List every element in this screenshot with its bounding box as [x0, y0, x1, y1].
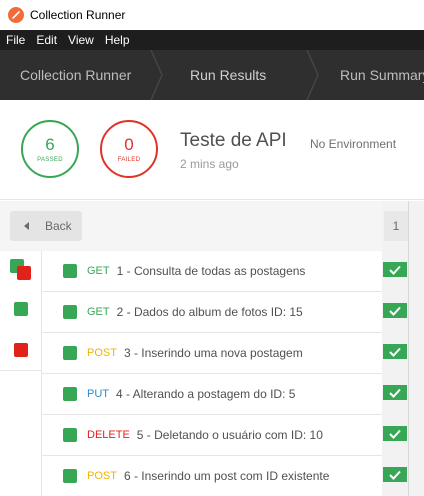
check-icon[interactable]	[383, 426, 407, 441]
iteration-1-header[interactable]: 1	[384, 211, 408, 241]
failed-counter: 0 FAILED	[100, 120, 158, 178]
filter-failed-icon[interactable]	[14, 343, 28, 357]
filter-passed-icon[interactable]	[14, 302, 28, 316]
request-method: PUT	[87, 388, 109, 400]
request-row[interactable]: GET 2 - Dados do album de fotos ID: 15	[42, 292, 382, 333]
aggregate-fail-icon	[17, 266, 31, 280]
runner-breadcrumb-tabs: Collection Runner Run Results Run Summar…	[0, 50, 424, 100]
request-status-icon	[63, 264, 77, 278]
menu-view[interactable]: View	[62, 33, 99, 47]
request-name: 4 - Alterando a postagem do ID: 5	[116, 387, 296, 401]
menu-file[interactable]: File	[0, 33, 30, 47]
tab-run-summary[interactable]: Run Summary	[340, 50, 424, 100]
back-button[interactable]: Back	[10, 211, 82, 241]
request-name: 5 - Deletando o usuário com ID: 10	[136, 428, 323, 442]
request-status-icon	[63, 346, 77, 360]
breadcrumb-separator-icon	[150, 50, 163, 100]
failed-count: 0	[124, 134, 134, 154]
request-name: 6 - Inserindo um post com ID existente	[123, 469, 330, 483]
environment-label: No Environment	[310, 137, 397, 151]
results-toolbar: Back	[0, 201, 382, 251]
tab-run-results[interactable]: Run Results	[190, 50, 266, 100]
menu-bar: File Edit View Help	[0, 30, 424, 50]
gutter-divider	[0, 370, 42, 371]
run-name: Teste de API	[180, 130, 287, 151]
failed-label: FAILED	[117, 156, 141, 163]
window-title: Collection Runner	[30, 8, 126, 22]
check-icon[interactable]	[383, 385, 407, 400]
postman-logo-icon	[8, 7, 24, 23]
request-name: 2 - Dados do album de fotos ID: 15	[116, 305, 303, 319]
request-row[interactable]: POST 3 - Inserindo uma nova postagem	[42, 333, 382, 374]
check-icon[interactable]	[383, 467, 407, 482]
back-button-label: Back	[45, 219, 72, 233]
request-method: GET	[87, 265, 110, 277]
request-method: GET	[87, 306, 110, 318]
request-row[interactable]: GET 1 - Consulta de todas as postagens	[42, 251, 382, 292]
request-name: 3 - Inserindo uma nova postagem	[123, 346, 303, 360]
status-gutter	[0, 251, 42, 496]
request-method: POST	[87, 470, 117, 482]
request-method: POST	[87, 347, 117, 359]
back-arrow-icon	[24, 222, 29, 230]
request-status-icon	[63, 428, 77, 442]
tab-collection-runner[interactable]: Collection Runner	[20, 50, 131, 100]
request-status-icon	[63, 387, 77, 401]
passed-label: PASSED	[37, 156, 63, 163]
breadcrumb-separator-icon	[306, 50, 319, 100]
iteration-column-divider	[408, 201, 409, 496]
request-row[interactable]: DELETE 5 - Deletando o usuário com ID: 1…	[42, 415, 382, 456]
menu-edit[interactable]: Edit	[30, 33, 62, 47]
check-icon[interactable]	[383, 303, 407, 318]
request-row[interactable]: PUT 4 - Alterando a postagem do ID: 5	[42, 374, 382, 415]
passed-count: 6	[45, 134, 55, 154]
title-bar: Collection Runner	[0, 0, 424, 30]
request-status-icon	[63, 469, 77, 483]
check-icon[interactable]	[383, 344, 407, 359]
check-icon[interactable]	[383, 262, 407, 277]
passed-counter: 6 PASSED	[21, 120, 79, 178]
menu-help[interactable]: Help	[99, 33, 135, 47]
request-name: 1 - Consulta de todas as postagens	[116, 264, 306, 278]
run-timestamp: 2 mins ago	[180, 157, 239, 171]
request-status-icon	[63, 305, 77, 319]
request-row[interactable]: POST 6 - Inserindo um post com ID existe…	[42, 456, 382, 496]
request-method: DELETE	[87, 429, 130, 441]
